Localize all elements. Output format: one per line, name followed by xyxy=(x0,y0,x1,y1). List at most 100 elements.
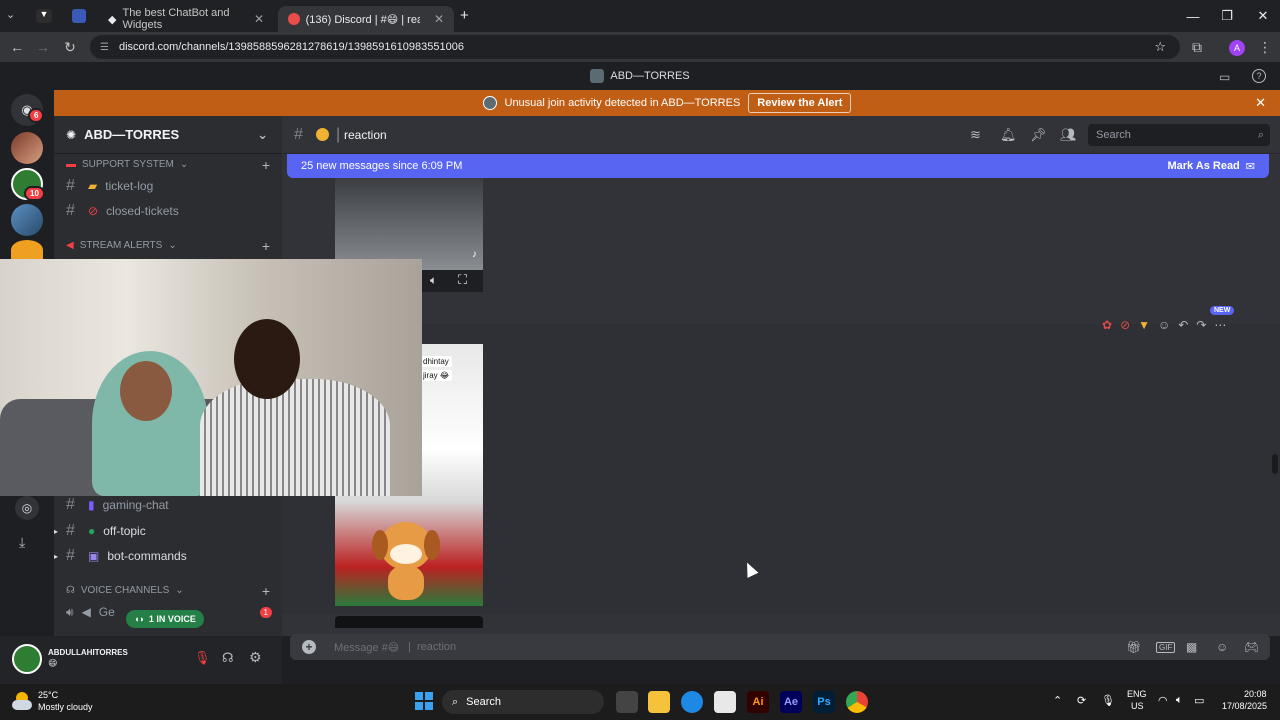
channel-off-topic[interactable]: ▸ # ● off-topic xyxy=(54,520,276,542)
server-icon-1[interactable] xyxy=(11,132,43,164)
category-voice[interactable]: ☊ VOICE CHANNELS ⌄ + xyxy=(66,583,270,599)
review-alert-button[interactable]: Review the Alert xyxy=(748,93,852,113)
tray-overflow-icon[interactable]: ⌃ xyxy=(1053,694,1062,707)
photoshop-icon[interactable]: Ps xyxy=(813,691,835,713)
add-channel-icon[interactable]: + xyxy=(262,583,270,599)
activities-icon[interactable]: 🎮︎ xyxy=(1244,640,1259,654)
tab-close-icon[interactable]: ✕ xyxy=(254,12,264,26)
forward-icon[interactable]: → xyxy=(30,34,56,60)
clock-date[interactable]: 17/08/2025 xyxy=(1222,701,1267,711)
tab-discord[interactable]: (136) Discord | #😄 | reaction ✕ xyxy=(278,6,454,32)
start-button[interactable] xyxy=(415,692,433,710)
download-icon[interactable]: ⤓ xyxy=(19,534,25,551)
volume-icon[interactable]: 🔈︎ xyxy=(430,273,437,288)
channel-bot-commands[interactable]: ▸ # ▣ bot-commands xyxy=(54,545,276,567)
inbox-icon[interactable]: ▭ xyxy=(1219,70,1230,84)
gift-icon[interactable]: 🎁︎ xyxy=(1126,640,1141,654)
edge-browser-icon[interactable] xyxy=(681,691,703,713)
battery-icon[interactable]: ▭ xyxy=(1194,694,1204,707)
tab-search-icon[interactable]: ⌄ xyxy=(6,8,24,24)
member-list-icon[interactable]: 👥︎ xyxy=(1060,127,1077,143)
extensions-icon[interactable]: ⧉ xyxy=(1184,34,1210,60)
more-options-icon[interactable]: ⋯ xyxy=(1214,318,1226,332)
reaction-thumbs-down-icon[interactable]: ▼ xyxy=(1138,318,1150,332)
mute-mic-icon[interactable]: 🎙︎ xyxy=(194,650,211,666)
store-icon[interactable] xyxy=(714,691,736,713)
channel-ticket-log[interactable]: # ▰ ticket-log xyxy=(66,175,276,197)
alert-close-icon[interactable]: ✕ xyxy=(1255,95,1266,111)
chat-scrollbar[interactable] xyxy=(1272,454,1278,474)
clock-time[interactable]: 20:08 xyxy=(1244,689,1267,699)
reaction-red-icon[interactable]: ✿ xyxy=(1102,318,1112,332)
pin-icon[interactable]: 📌︎ xyxy=(1030,127,1047,143)
forward-icon[interactable]: ↷ xyxy=(1196,318,1206,332)
minimize-icon[interactable]: — xyxy=(1176,0,1210,32)
video-attachment-1[interactable]: ♪ xyxy=(335,178,483,270)
unread-marker-icon: ▸ xyxy=(54,526,59,536)
emoji-icon[interactable]: ☺ xyxy=(1216,640,1228,654)
file-explorer-icon[interactable] xyxy=(648,691,670,713)
window-close-icon[interactable]: ✕ xyxy=(1246,0,1280,32)
channel-gaming-chat[interactable]: # ▮ gaming-chat xyxy=(66,494,276,516)
help-icon[interactable]: ? xyxy=(1252,69,1266,83)
in-voice-pill[interactable]: ◖◗ 1 IN VOICE xyxy=(126,610,204,628)
microphone-icon[interactable]: 🎙︎ xyxy=(1101,694,1115,707)
fullscreen-icon[interactable]: ⛶ xyxy=(458,272,467,288)
reaction-no-entry-icon[interactable]: ⊘ xyxy=(1120,318,1130,332)
add-channel-icon[interactable]: + xyxy=(262,238,270,254)
headset-icon[interactable]: ☊ xyxy=(222,650,234,666)
channel-label: Ge xyxy=(98,605,115,619)
message-composer[interactable]: + Message #😄 | reaction 🎁︎ GIF ▩ ☺ 🎮︎ xyxy=(290,634,1270,660)
language-bottom[interactable]: US xyxy=(1131,701,1144,711)
back-icon[interactable]: ← xyxy=(4,34,30,60)
discover-icon[interactable]: ◎ xyxy=(15,496,39,520)
mark-as-read-button[interactable]: Mark As Read ✉ xyxy=(1167,160,1255,173)
language-top[interactable]: ENG xyxy=(1127,689,1147,699)
profile-avatar-icon[interactable]: A xyxy=(1229,40,1245,56)
attach-plus-icon[interactable]: + xyxy=(302,640,316,654)
new-tab-icon[interactable]: + xyxy=(460,7,469,24)
tab-close-icon[interactable]: ✕ xyxy=(434,12,444,26)
gif-icon[interactable]: GIF xyxy=(1156,641,1176,653)
reload-icon[interactable]: ↻ xyxy=(57,34,83,60)
site-info-icon[interactable]: ☰ xyxy=(100,42,109,53)
sync-icon[interactable]: ⟳ xyxy=(1077,694,1086,707)
chrome-icon[interactable] xyxy=(846,691,868,713)
settings-gear-icon[interactable]: ⚙ xyxy=(249,649,262,666)
new-messages-bar[interactable]: 25 new messages since 6:09 PM Mark As Re… xyxy=(287,154,1269,178)
hash-icon: # xyxy=(66,177,75,194)
task-view-icon[interactable] xyxy=(616,691,638,713)
after-effects-icon[interactable]: Ae xyxy=(780,691,802,713)
category-stream-alerts[interactable]: ◀ STREAM ALERTS ⌄ + xyxy=(66,238,270,254)
weather-icon[interactable] xyxy=(12,692,32,710)
tab-chatbot[interactable]: ◆ The best ChatBot and Widgets ✕ xyxy=(98,6,274,32)
browser-menu-icon[interactable]: ⋮ xyxy=(1252,34,1278,60)
video-attachment-3[interactable] xyxy=(335,616,483,628)
server-header[interactable]: ✺ ABD—TORRES ⌄ xyxy=(54,116,282,154)
bookmark-star-icon[interactable]: ☆ xyxy=(1154,39,1166,55)
add-channel-icon[interactable]: + xyxy=(262,157,270,173)
pinned-tab-app-icon[interactable] xyxy=(72,9,86,23)
channel-closed-tickets[interactable]: # ⊘ closed-tickets xyxy=(66,200,276,222)
no-entry-icon: ⊘ xyxy=(88,204,99,218)
server-icon-3[interactable] xyxy=(11,204,43,236)
maximize-icon[interactable]: ❐ xyxy=(1210,0,1244,32)
sticker-icon[interactable]: ▩ xyxy=(1186,640,1197,654)
search-input[interactable]: Search ⌕ xyxy=(1088,124,1270,146)
taskbar-search[interactable]: ⌕ Search xyxy=(442,690,604,714)
category-support[interactable]: ▬ SUPPORT SYSTEM ⌄ + xyxy=(66,157,270,173)
pinned-tab-twitch-icon[interactable]: ▼ xyxy=(36,9,52,23)
notification-bell-icon[interactable]: 🔔︎ xyxy=(1000,127,1017,143)
threads-icon[interactable]: ≋ xyxy=(970,127,981,143)
new-tag: NEW xyxy=(1210,306,1235,315)
wifi-icon[interactable]: ◠ xyxy=(1158,694,1168,707)
reply-icon[interactable]: ↶ xyxy=(1178,318,1188,332)
folder-icon: ▰ xyxy=(88,179,98,193)
address-bar[interactable]: ☰ discord.com/channels/13985885962812786… xyxy=(90,35,1180,59)
add-reaction-icon[interactable]: ☺ xyxy=(1158,318,1170,332)
volume-icon[interactable]: 🔈︎ xyxy=(1176,694,1183,707)
tiktok-logo-icon: ♪ xyxy=(472,249,477,260)
illustrator-icon[interactable]: Ai xyxy=(747,691,769,713)
user-avatar[interactable] xyxy=(12,644,42,674)
server-icon-4[interactable] xyxy=(11,240,43,260)
